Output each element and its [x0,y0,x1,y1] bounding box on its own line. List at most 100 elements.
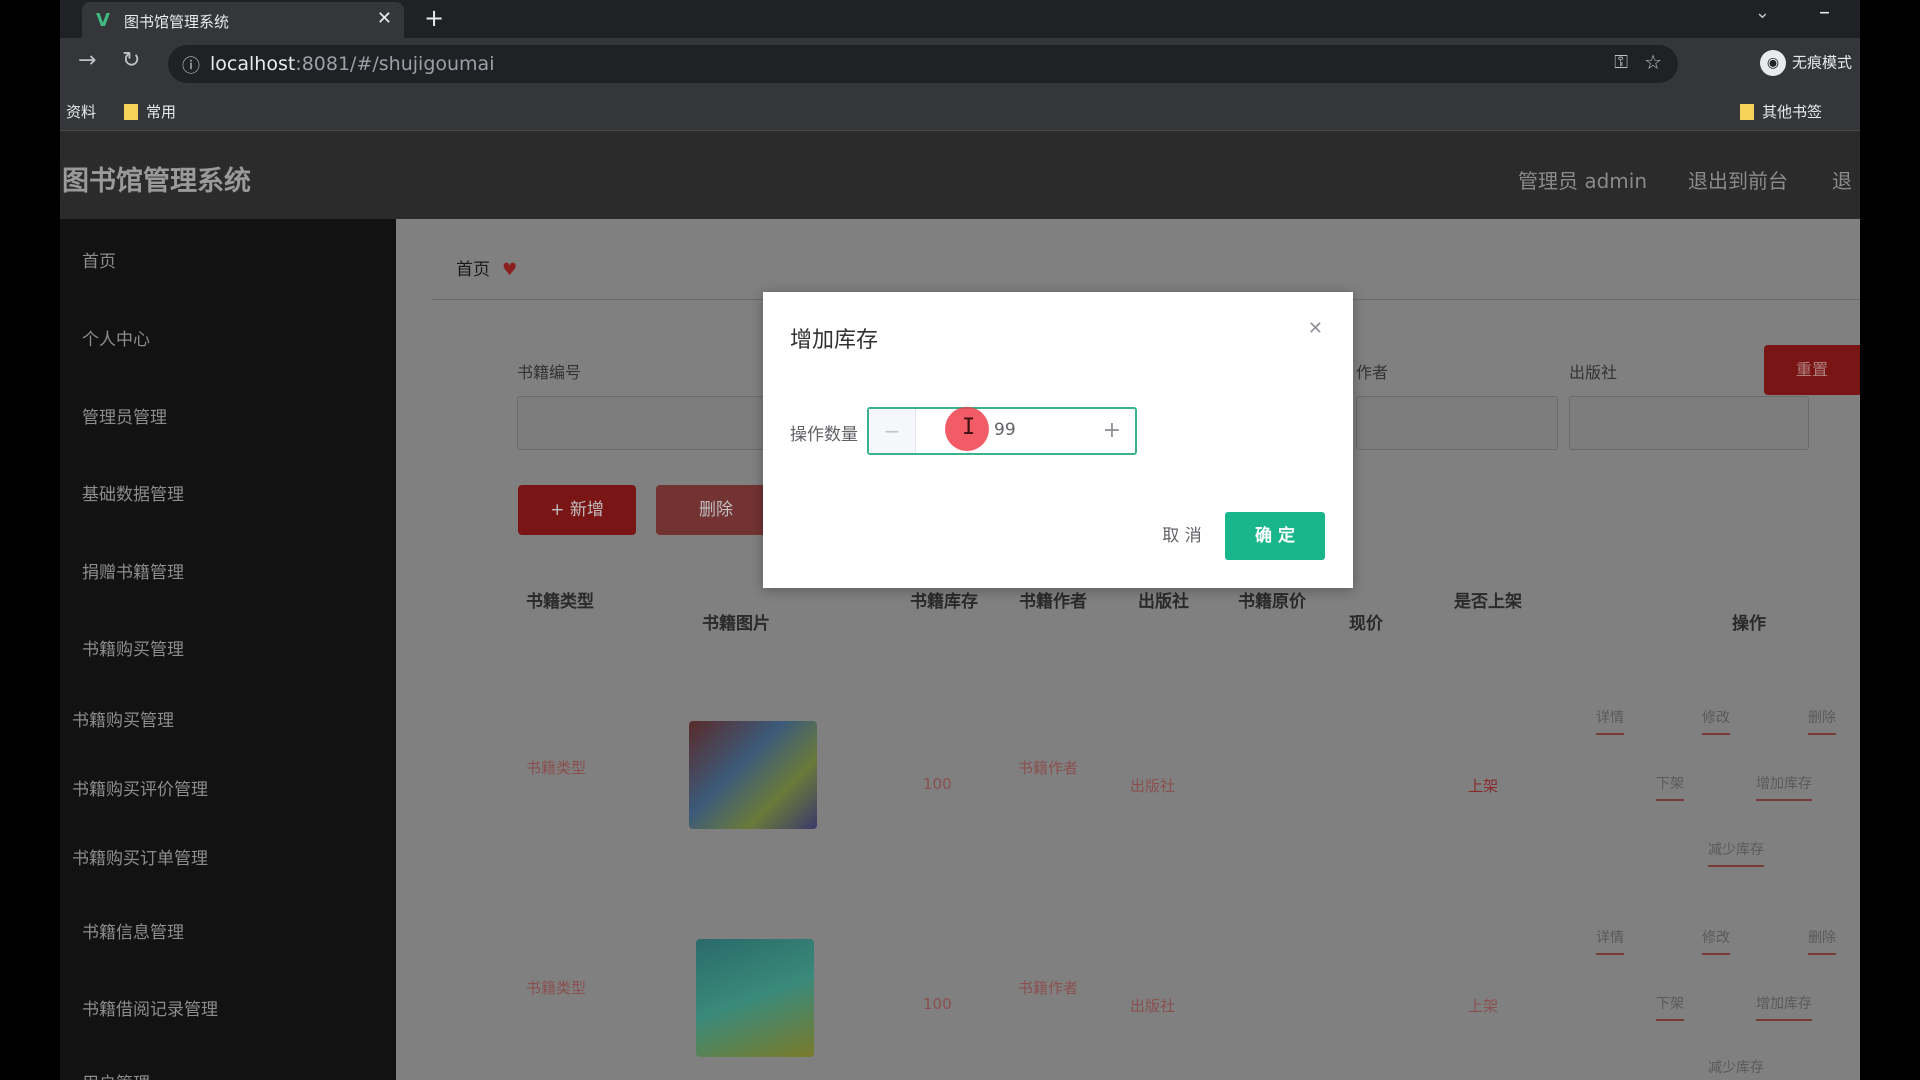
new-tab-icon[interactable]: + [424,4,444,32]
decrease-stock-button[interactable]: 减少库存 [1708,839,1764,867]
increase-stock-dialog: 增加库存 ✕ 操作数量 − 99 + I 取 消 确 定 [763,292,1353,588]
bookmark-folder[interactable]: 常用 [124,101,176,122]
sidebar-item-books[interactable]: 书籍信息管理 [82,918,184,943]
author-label: 作者 [1356,363,1389,382]
header-on-shelf[interactable]: 是否上架 [1454,587,1522,612]
key-icon[interactable]: ⚿ [1614,52,1628,73]
header-original-price[interactable]: 书籍原价 [1238,587,1306,612]
header-actions: 操作 [1732,614,1766,634]
row1-author: 书籍作者 [1018,759,1079,777]
header-author[interactable]: 书籍作者 [1019,587,1087,612]
sidebar: 首页 个人中心 管理员管理 基础数据管理 捐赠书籍管理 书籍购买管理 书籍购买管… [60,219,396,1080]
quantity-input[interactable]: 99 [994,420,1016,440]
row2-author: 书籍作者 [1018,979,1079,997]
book-cover-image [696,939,814,1057]
book-number-label: 书籍编号 [517,363,582,382]
row1-stock: 100 [923,775,952,793]
folder-icon [124,104,138,120]
detail-button[interactable]: 详情 [1596,927,1624,955]
breadcrumb-home[interactable]: 首页 [456,260,490,280]
reload-icon[interactable]: ↻ [122,48,140,73]
sidebar-subitem-reviews[interactable]: 书籍购买评价管理 [72,775,208,800]
header-stock[interactable]: 书籍库存 [910,587,978,612]
sidebar-item-profile[interactable]: 个人中心 [82,325,150,350]
heart-icon: ♥ [502,260,518,280]
breadcrumb: 首页 ♥ [456,255,517,280]
increase-stock-button[interactable]: 增加库存 [1756,993,1812,1021]
row1-status: 上架 [1468,777,1499,795]
header-book-type[interactable]: 书籍类型 [526,587,594,612]
sidebar-subitem-orders[interactable]: 书籍购买订单管理 [72,844,208,869]
row2-status: 上架 [1468,997,1499,1015]
row-delete-button[interactable]: 删除 [1808,927,1836,955]
row-delete-button[interactable]: 删除 [1808,707,1836,735]
row2-type: 书籍类型 [526,979,587,997]
sidebar-item-purchases[interactable]: 书籍购买管理 [82,635,184,660]
book-cover-image [689,721,817,829]
sidebar-item-borrow[interactable]: 书籍借阅记录管理 [82,995,218,1020]
row2-publisher: 出版社 [1130,997,1176,1015]
sidebar-item-users[interactable]: 用户管理 [82,1069,150,1080]
sidebar-item-donations[interactable]: 捐赠书籍管理 [82,558,184,583]
close-icon[interactable]: ✕ [377,8,392,29]
header-publisher[interactable]: 出版社 [1138,587,1189,612]
tab-strip: V 图书馆管理系统 ✕ + ⌄ – [60,0,1860,38]
delete-button[interactable]: 删除 [656,485,776,535]
folder-icon [1740,104,1754,120]
detail-button[interactable]: 详情 [1596,707,1624,735]
decrease-stock-button[interactable]: 减少库存 [1708,1057,1764,1080]
bookmarks-bar: 资料 常用 其他书签 [60,92,1860,131]
increase-stock-button[interactable]: 增加库存 [1756,773,1812,801]
edit-button[interactable]: 修改 [1702,927,1730,955]
tab-title: 图书馆管理系统 [124,13,230,31]
vue-logo-icon: V [96,10,110,31]
address-bar[interactable]: ⓘ localhost:8081/#/shujigoumai ⚿ ☆ [168,45,1678,83]
publisher-label: 出版社 [1569,363,1618,382]
row1-publisher: 出版社 [1130,777,1176,795]
add-button[interactable]: + 新增 [518,485,636,535]
reset-button[interactable]: 重置 [1764,345,1860,395]
increment-button[interactable]: + [1089,409,1135,453]
sidebar-item-admins[interactable]: 管理员管理 [82,403,167,428]
author-input[interactable] [1356,396,1558,450]
browser-window: V 图书馆管理系统 ✕ + ⌄ – → ↻ ⓘ localhost:8081/#… [60,0,1860,1080]
info-icon[interactable]: ⓘ [182,52,200,78]
header-current-price[interactable]: 现价 [1349,609,1383,634]
incognito-icon: ◉ [1759,50,1786,76]
sidebar-subitem-purchases[interactable]: 书籍购买管理 [72,706,174,731]
edit-button[interactable]: 修改 [1702,707,1730,735]
logout-link[interactable]: 退 [1832,165,1852,194]
quantity-label: 操作数量 [790,425,858,445]
star-icon[interactable]: ☆ [1644,50,1662,74]
quantity-stepper[interactable]: − 99 + I [867,407,1137,455]
url-text: localhost:8081/#/shujigoumai [210,53,495,75]
decrement-button[interactable]: − [869,409,916,453]
chevron-down-icon[interactable]: ⌄ [1755,2,1770,23]
minimize-icon[interactable]: – [1819,0,1830,25]
forward-icon[interactable]: → [78,48,96,73]
book-number-input[interactable] [517,396,779,450]
cancel-button[interactable]: 取 消 [1141,512,1223,560]
row2-stock: 100 [923,995,952,1013]
sidebar-item-basic-data[interactable]: 基础数据管理 [82,480,184,505]
incognito-indicator[interactable]: ◉ 无痕模式 [1759,50,1852,76]
text-cursor-icon: I [962,415,976,440]
other-bookmarks[interactable]: 其他书签 [1740,101,1822,122]
confirm-button[interactable]: 确 定 [1225,512,1325,560]
dialog-title: 增加库存 [790,328,879,353]
sidebar-item-home[interactable]: 首页 [82,247,116,272]
admin-label: 管理员 admin [1518,169,1648,193]
row1-type: 书籍类型 [526,759,587,777]
publisher-input[interactable] [1569,396,1809,450]
unshelve-button[interactable]: 下架 [1656,773,1684,801]
bookmark-item[interactable]: 资料 [66,101,96,122]
close-icon[interactable]: ✕ [1308,318,1323,339]
browser-tab[interactable]: V 图书馆管理系统 ✕ [82,2,404,38]
unshelve-button[interactable]: 下架 [1656,993,1684,1021]
browser-toolbar: → ↻ ⓘ localhost:8081/#/shujigoumai ⚿ ☆ ◉… [60,38,1860,92]
app-title: 图书馆管理系统 [62,166,251,197]
header-book-image: 书籍图片 [702,614,770,634]
exit-front-link[interactable]: 退出到前台 [1688,165,1788,194]
app-header: 图书馆管理系统 管理员 admin 退出到前台 退 [60,131,1860,219]
click-indicator: I [945,407,989,451]
